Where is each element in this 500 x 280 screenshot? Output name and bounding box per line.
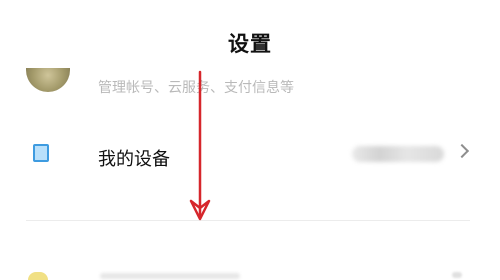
next-list-item[interactable] xyxy=(0,262,500,278)
section-divider xyxy=(26,220,470,221)
account-subtitle: 管理帐号、云服务、支付信息等 xyxy=(98,80,294,96)
device-name-redacted xyxy=(352,146,444,162)
my-device-label: 我的设备 xyxy=(98,149,170,170)
device-icon xyxy=(33,144,49,162)
next-item-label-partial xyxy=(100,273,240,279)
next-item-icon xyxy=(28,272,48,280)
next-chevron-icon xyxy=(452,272,462,278)
page-title: 设置 xyxy=(228,32,272,56)
